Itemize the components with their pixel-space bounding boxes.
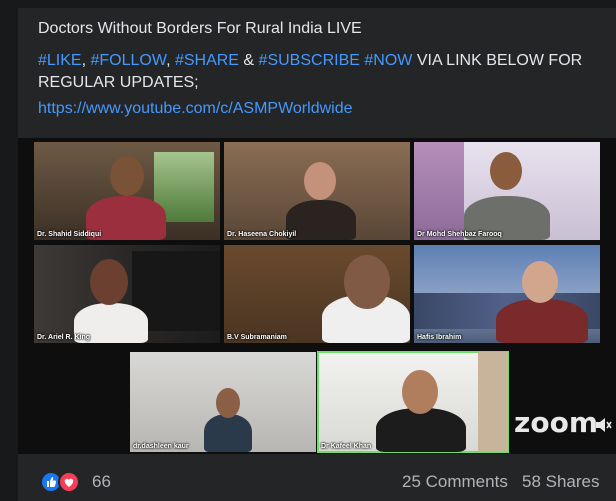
participant-figure xyxy=(376,408,466,452)
video-grid[interactable]: Dr. Shahid Siddiqui Dr. Haseena Chokiyil… xyxy=(18,138,616,454)
participant-head xyxy=(344,255,390,309)
participant-tile[interactable]: B.V Subramaniam xyxy=(224,245,410,343)
post-title: Doctors Without Borders For Rural India … xyxy=(38,20,362,37)
mute-speaker-icon[interactable] xyxy=(594,416,612,434)
participant-figure xyxy=(286,200,356,240)
participant-name: Dr Kafeel Khan xyxy=(321,443,372,450)
post-card: Doctors Without Borders For Rural India … xyxy=(18,8,616,501)
participant-tile[interactable]: Dr. Ariel R. King xyxy=(34,245,220,343)
participant-name: B.V Subramaniam xyxy=(227,334,287,341)
participant-tile[interactable]: dr.dashleen kaur xyxy=(130,352,316,452)
participant-head xyxy=(304,162,336,200)
participant-name: Dr. Shahid Siddiqui xyxy=(37,231,102,238)
reaction-icons[interactable] xyxy=(40,471,84,493)
reaction-count[interactable]: 66 xyxy=(92,472,111,492)
participant-name: Dr. Haseena Chokiyil xyxy=(227,231,297,238)
hashtag-link[interactable]: #SUBSCRIBE xyxy=(259,52,360,69)
love-icon xyxy=(58,471,80,493)
participant-tile[interactable]: Dr. Shahid Siddiqui xyxy=(34,142,220,240)
hashtag-link[interactable]: #SHARE xyxy=(175,52,239,69)
participant-head xyxy=(216,388,240,418)
participant-tile[interactable]: Dr. Haseena Chokiyil xyxy=(224,142,410,240)
hashtag-link[interactable]: #FOLLOW xyxy=(90,52,166,69)
participant-head xyxy=(490,152,522,190)
post-text-segment: , xyxy=(166,52,175,69)
participant-head xyxy=(522,261,558,303)
participant-head xyxy=(110,156,144,196)
participant-name: Hafis Ibrahim xyxy=(417,334,462,341)
comments-count[interactable]: 25 Comments xyxy=(402,472,508,492)
participant-name: Dr. Ariel R. King xyxy=(37,334,91,341)
participant-name: dr.dashleen kaur xyxy=(133,443,189,450)
participant-tile-active-speaker[interactable]: Dr Kafeel Khan xyxy=(317,351,509,453)
participant-figure xyxy=(204,414,252,452)
participant-name: Dr Mohd Shehbaz Farooq xyxy=(417,231,502,238)
post-text-segment: & xyxy=(238,52,259,69)
hashtag-link[interactable]: #NOW xyxy=(364,52,412,69)
participant-figure xyxy=(496,299,588,343)
participant-head xyxy=(402,370,438,414)
post-text: #LIKE, #FOLLOW, #SHARE & #SUBSCRIBE #NOW… xyxy=(38,50,608,94)
participant-tile[interactable]: Hafis Ibrahim xyxy=(414,245,600,343)
youtube-link[interactable]: https://www.youtube.com/c/ASMPWorldwide xyxy=(38,100,353,118)
shares-count[interactable]: 58 Shares xyxy=(522,472,600,492)
zoom-watermark: zoom xyxy=(514,406,598,439)
hashtag-link[interactable]: #LIKE xyxy=(38,52,82,69)
participant-head xyxy=(90,259,128,305)
reactions-bar: 66 25 Comments 58 Shares xyxy=(18,456,616,501)
participant-tile[interactable]: Dr Mohd Shehbaz Farooq xyxy=(414,142,600,240)
